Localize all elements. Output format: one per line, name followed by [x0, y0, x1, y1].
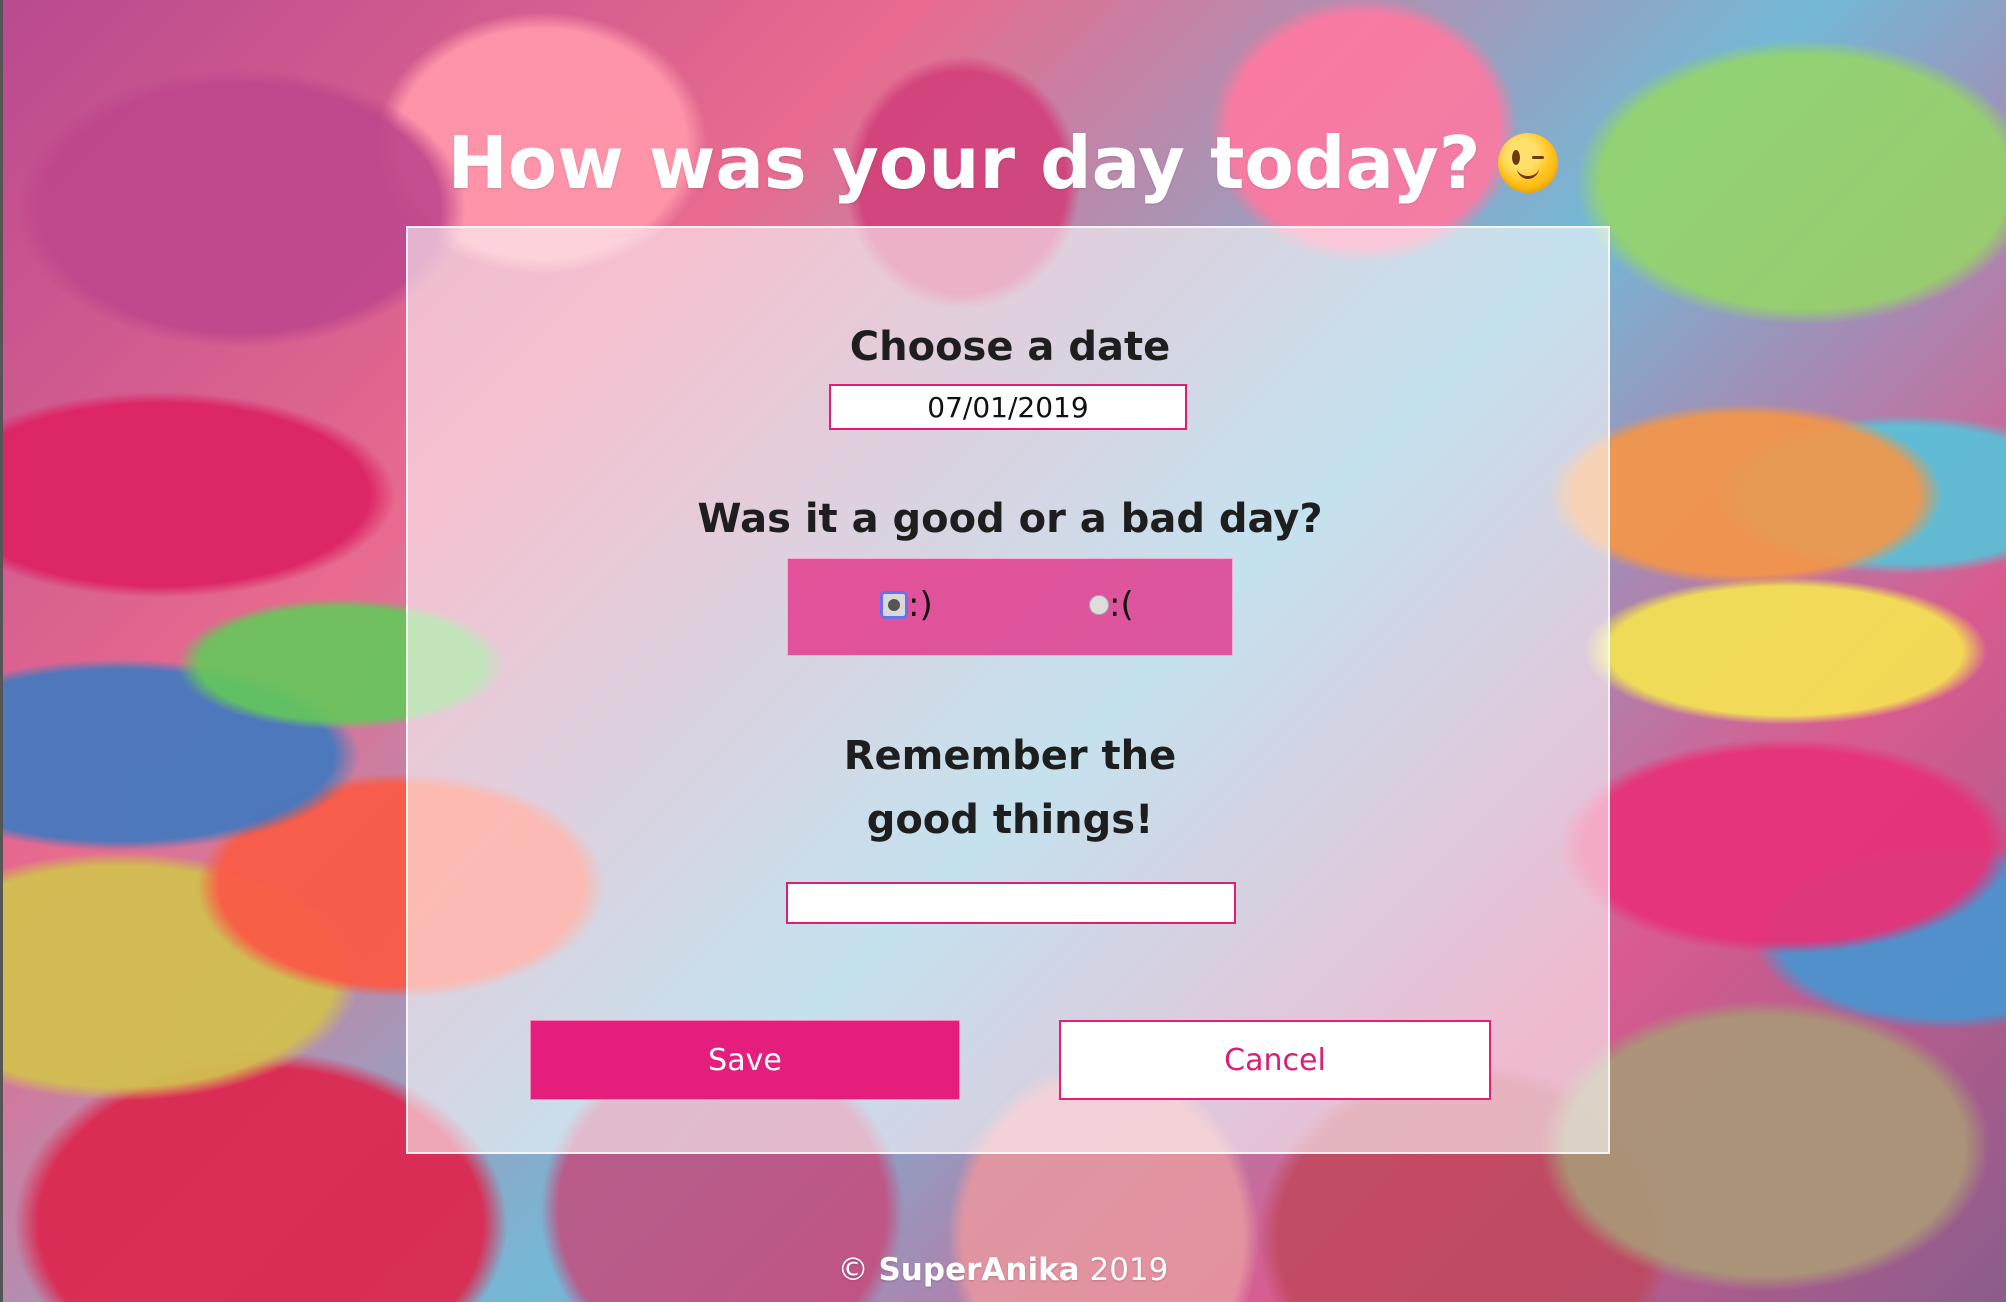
page-title: How was your day today? — [0, 118, 2006, 208]
bad-day-radio[interactable] — [1089, 595, 1109, 615]
good-things-label: Remember the good things! — [408, 724, 1612, 852]
winking-face-mouth — [1517, 168, 1540, 179]
author-name: SuperAnika — [878, 1252, 1080, 1288]
good-things-input[interactable] — [786, 882, 1236, 924]
footer: © SuperAnika 2019 — [0, 1250, 2006, 1290]
mood-label: Was it a good or a bad day? — [697, 496, 1323, 542]
bad-day-option[interactable]: :( — [1089, 585, 1134, 625]
cancel-button[interactable]: Cancel — [1059, 1020, 1491, 1100]
date-label: Choose a date — [849, 324, 1171, 370]
winking-face-icon — [1498, 132, 1559, 193]
date-input[interactable] — [829, 384, 1187, 430]
copyright-year: 2019 — [1089, 1252, 1169, 1288]
good-things-label-text: Remember the good things! — [843, 733, 1177, 843]
mood-options: :) :( — [787, 558, 1233, 656]
good-day-label: :) — [908, 585, 933, 625]
good-day-radio[interactable] — [880, 591, 908, 619]
day-form: Choose a date Was it a good or a bad day… — [406, 226, 1610, 1154]
bad-day-label: :( — [1109, 585, 1134, 625]
copyright-symbol: © — [837, 1252, 869, 1288]
good-day-option[interactable]: :) — [880, 585, 933, 625]
save-button[interactable]: Save — [530, 1020, 960, 1100]
page-title-text: How was your day today? — [447, 121, 1481, 206]
